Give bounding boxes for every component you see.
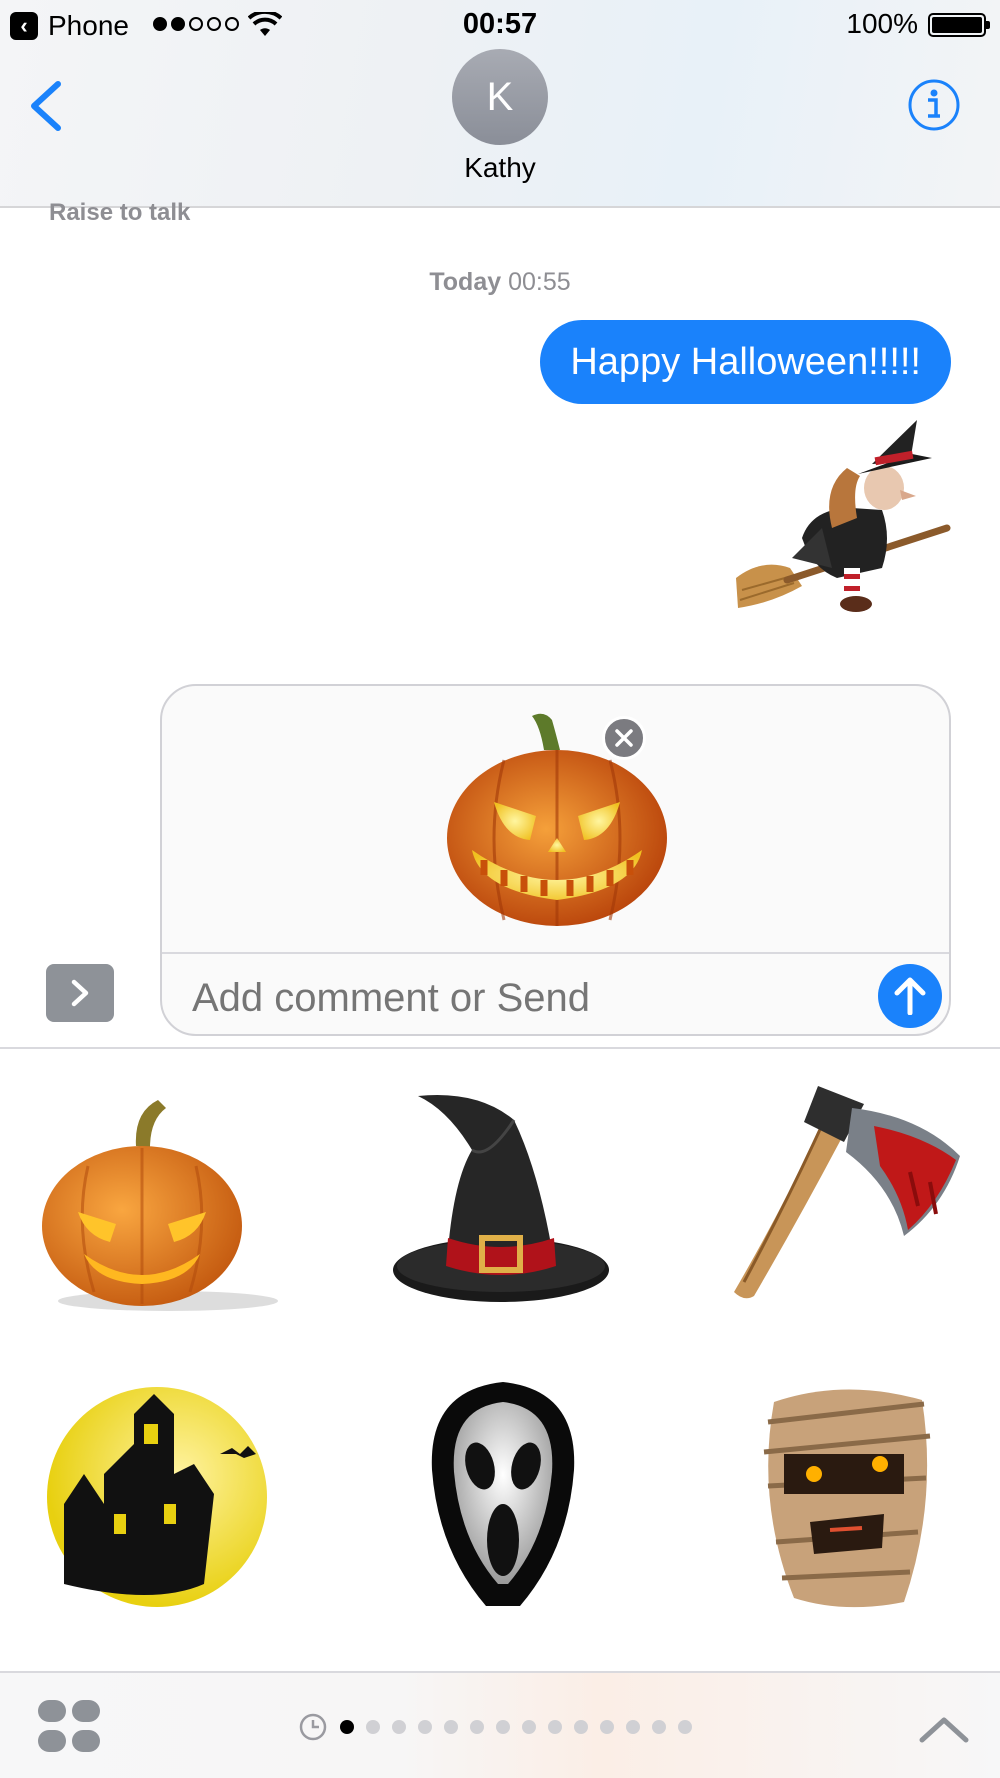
page-dot[interactable] (392, 1720, 406, 1734)
page-dot[interactable] (496, 1720, 510, 1734)
chevron-left-icon[interactable] (26, 78, 66, 134)
sent-message-bubble[interactable]: Happy Halloween!!!!! (540, 320, 951, 404)
witch-hat-sticker[interactable] (388, 1090, 614, 1306)
battery-icon (928, 13, 990, 37)
message-input[interactable] (192, 976, 832, 1021)
timestamp-time: 00:55 (508, 268, 571, 296)
expand-apps-button[interactable] (46, 964, 114, 1022)
contact-name[interactable]: Kathy (0, 152, 1000, 184)
message-timestamp: Today 00:55 (0, 268, 1000, 297)
app-drawer-icon[interactable] (38, 1700, 102, 1754)
page-dot[interactable] (444, 1720, 458, 1734)
page-dot[interactable] (600, 1720, 614, 1734)
message-compose-box (160, 684, 951, 1036)
page-dot[interactable] (548, 1720, 562, 1734)
mummy-sticker[interactable] (754, 1382, 934, 1612)
clock-icon[interactable] (298, 1712, 328, 1742)
page-dot[interactable] (574, 1720, 588, 1734)
battery-percent: 100% (846, 8, 918, 39)
bloody-axe-sticker[interactable] (724, 1086, 964, 1306)
navigation-header: ‹ Phone 00:57 100% K Kathy (0, 0, 1000, 208)
page-dot[interactable] (522, 1720, 536, 1734)
send-button[interactable] (878, 964, 942, 1028)
avatar-initial: K (486, 74, 514, 119)
page-dot[interactable] (678, 1720, 692, 1734)
timestamp-day: Today (429, 268, 502, 296)
page-dot[interactable] (418, 1720, 432, 1734)
page-dot[interactable] (626, 1720, 640, 1734)
arrow-up-icon (894, 977, 926, 1015)
page-indicator[interactable] (298, 1710, 692, 1744)
remove-attachment-button[interactable] (602, 716, 646, 760)
raise-to-talk-label: Raise to talk (49, 199, 191, 226)
message-text: Happy Halloween!!!!! (570, 340, 921, 383)
page-dots[interactable] (340, 1720, 692, 1734)
chevron-right-icon (71, 979, 89, 1007)
attachment-preview (162, 686, 949, 954)
pumpkin-sticker[interactable] (38, 1086, 278, 1316)
witch-sticker[interactable] (732, 418, 952, 636)
scream-mask-sticker[interactable] (428, 1380, 578, 1612)
info-icon[interactable] (907, 78, 961, 132)
page-dot[interactable] (366, 1720, 380, 1734)
status-bar: ‹ Phone 00:57 100% (0, 0, 1000, 48)
page-dot[interactable] (470, 1720, 484, 1734)
chevron-up-icon[interactable] (916, 1712, 972, 1746)
haunted-house-sticker[interactable] (44, 1384, 270, 1610)
page-dot[interactable] (652, 1720, 666, 1734)
drawer-divider (0, 1047, 1000, 1049)
page-dot[interactable] (340, 1720, 354, 1734)
close-icon (615, 729, 633, 747)
avatar[interactable]: K (452, 49, 548, 145)
